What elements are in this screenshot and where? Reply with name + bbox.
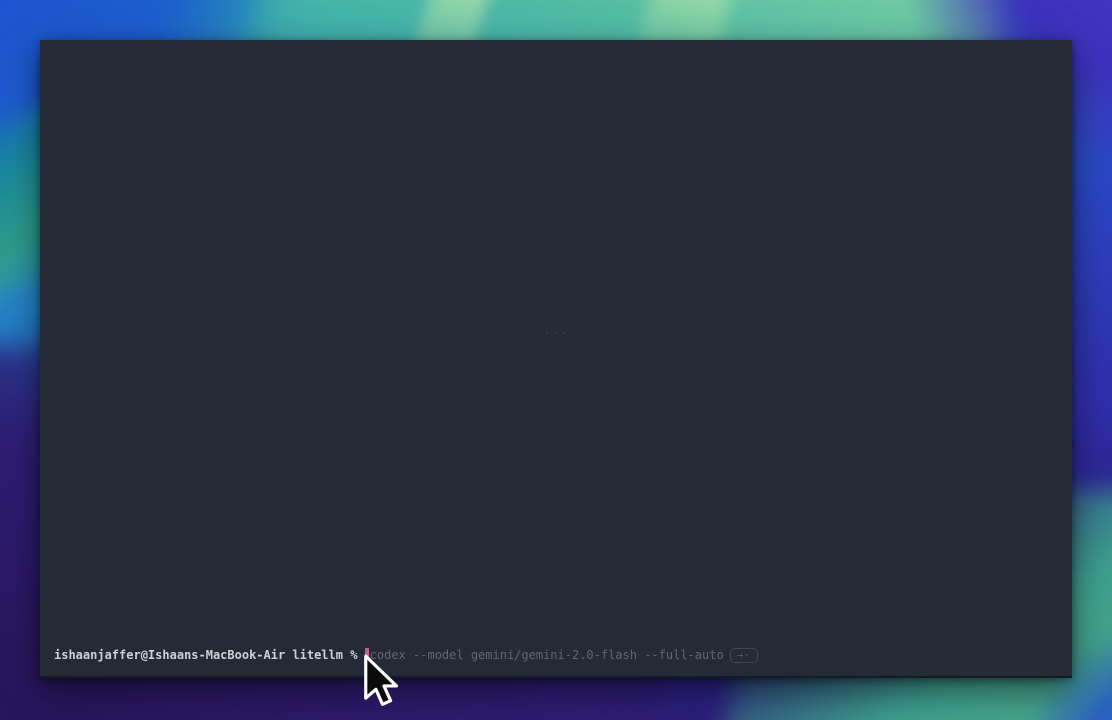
terminal-prompt-line[interactable]: ishaanjaffer@Ishaans-MacBook-Air litellm… — [54, 647, 1058, 663]
desktop: ... ishaanjaffer@Ishaans-MacBook-Air lit… — [0, 0, 1112, 720]
terminal-window[interactable]: ... ishaanjaffer@Ishaans-MacBook-Air lit… — [40, 40, 1072, 678]
autosuggestion-text: codex --model gemini/gemini-2.0-flash --… — [370, 647, 724, 663]
terminal-loading-dots: ... — [544, 323, 569, 337]
text-cursor — [365, 648, 369, 662]
autocomplete-hint-badge: →· — [730, 648, 758, 663]
shell-prompt: ishaanjaffer@Ishaans-MacBook-Air litellm… — [54, 647, 365, 663]
